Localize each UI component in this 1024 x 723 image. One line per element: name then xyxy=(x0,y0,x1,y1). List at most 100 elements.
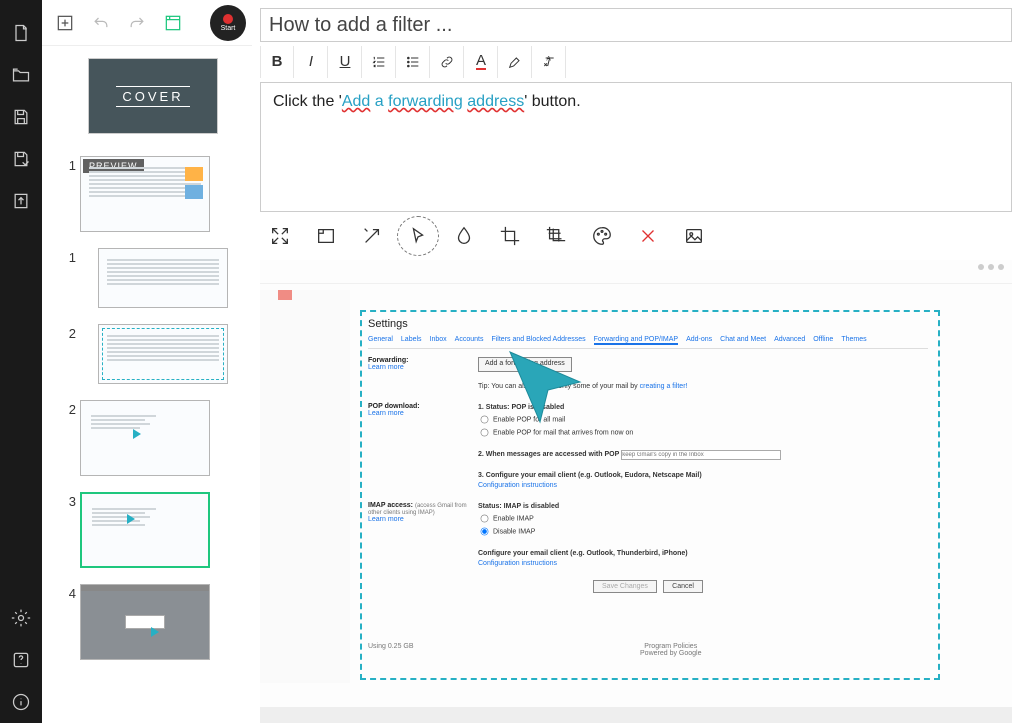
imap-configure: Configure your email client (e.g. Outloo… xyxy=(478,550,688,557)
thumbnail-2-section[interactable] xyxy=(98,324,228,384)
tab-themes[interactable]: Themes xyxy=(841,336,866,345)
palette-tool[interactable] xyxy=(582,217,622,255)
settings-tabs: General Labels Inbox Accounts Filters an… xyxy=(368,336,928,349)
multi-crop-tool[interactable] xyxy=(536,217,576,255)
bold-button[interactable]: B xyxy=(260,46,294,78)
imap-enable-radio[interactable] xyxy=(481,515,489,523)
tab-forwarding[interactable]: Forwarding and POP/IMAP xyxy=(594,336,678,345)
open-button[interactable] xyxy=(0,54,42,96)
cover-thumbnail[interactable]: COVER xyxy=(88,58,218,134)
description-editor[interactable]: Click the 'Add a forwarding address' but… xyxy=(260,82,1012,212)
cancel-button[interactable]: Cancel xyxy=(663,580,703,593)
tab-chat[interactable]: Chat and Meet xyxy=(720,336,766,345)
underline-button[interactable]: U xyxy=(328,46,362,78)
thumb-row: 2 xyxy=(62,400,244,476)
tab-general[interactable]: General xyxy=(368,336,393,345)
imap-status: Status: IMAP is disabled xyxy=(478,503,559,510)
pop-enable-new-radio[interactable] xyxy=(481,429,489,437)
tab-advanced[interactable]: Advanced xyxy=(774,336,805,345)
desc-suffix: ' button. xyxy=(524,93,580,110)
thumb-row: 2 xyxy=(62,324,244,384)
info-button[interactable] xyxy=(0,681,42,723)
screenshot-button[interactable] xyxy=(156,6,190,40)
thumbnail-1-overview[interactable]: PREVIEW xyxy=(80,156,210,232)
unordered-list-button[interactable] xyxy=(396,46,430,78)
expand-tool[interactable] xyxy=(260,217,300,255)
start-record-button[interactable]: Start xyxy=(210,5,246,41)
pop-when-label: 2. When messages are accessed with POP xyxy=(478,451,619,458)
tab-addons[interactable]: Add-ons xyxy=(686,336,712,345)
thumbnail-4-dialog[interactable] xyxy=(80,584,210,660)
thumb-row: 1 xyxy=(62,248,244,308)
settings-button[interactable] xyxy=(0,597,42,639)
link-button[interactable] xyxy=(430,46,464,78)
save-as-button[interactable] xyxy=(0,138,42,180)
imap-opt1: Enable IMAP xyxy=(493,515,534,522)
learn-more-link[interactable]: Learn more xyxy=(368,364,478,371)
settings-title: Settings xyxy=(368,318,928,330)
help-button[interactable] xyxy=(0,639,42,681)
blur-tool[interactable] xyxy=(444,217,484,255)
add-step-button[interactable] xyxy=(48,6,82,40)
tab-labels[interactable]: Labels xyxy=(401,336,422,345)
undo-button[interactable] xyxy=(84,6,118,40)
svg-text:A: A xyxy=(546,55,551,62)
learn-more-link[interactable]: Learn more xyxy=(368,516,478,523)
delete-tool[interactable] xyxy=(628,217,668,255)
tab-accounts[interactable]: Accounts xyxy=(455,336,484,345)
format-toolbar: B I U A A xyxy=(260,42,1012,82)
pop-opt2: Enable POP for mail that arrives from no… xyxy=(493,429,633,436)
highlight-button[interactable] xyxy=(498,46,532,78)
create-filter-link[interactable]: creating a filter! xyxy=(640,383,688,390)
thumbnail-2-click[interactable] xyxy=(80,400,210,476)
left-iconbar xyxy=(0,0,42,723)
image-tool[interactable] xyxy=(674,217,714,255)
record-icon xyxy=(223,14,233,24)
ordered-list-button[interactable] xyxy=(362,46,396,78)
thumbnail-list[interactable]: COVER 1 PREVIEW 1 2 xyxy=(42,46,252,723)
tab-offline[interactable]: Offline xyxy=(813,336,833,345)
pop-enable-all-radio[interactable] xyxy=(481,416,489,424)
redo-button[interactable] xyxy=(120,6,154,40)
export-button[interactable] xyxy=(0,180,42,222)
screenshot-canvas[interactable]: Settings General Labels Inbox Accounts F… xyxy=(260,260,1012,723)
thumb-toolbar: Start xyxy=(42,0,252,46)
thumb-row: 3 xyxy=(62,492,244,568)
text-color-button[interactable]: A xyxy=(464,46,498,78)
tab-inbox[interactable]: Inbox xyxy=(430,336,447,345)
imap-label: IMAP access: xyxy=(368,502,413,509)
cursor-tool[interactable] xyxy=(398,217,438,255)
imap-conf-link[interactable]: Configuration instructions xyxy=(478,560,557,567)
rectangle-tool[interactable] xyxy=(306,217,346,255)
start-label: Start xyxy=(221,25,236,32)
italic-button[interactable]: I xyxy=(294,46,328,78)
new-doc-button[interactable] xyxy=(0,12,42,54)
crop-tool[interactable] xyxy=(490,217,530,255)
thumb-number: 2 xyxy=(62,324,76,341)
arrow-tool[interactable] xyxy=(352,217,392,255)
imap-disable-radio[interactable] xyxy=(481,528,489,536)
tab-filters[interactable]: Filters and Blocked Addresses xyxy=(491,336,585,345)
step-title-input[interactable] xyxy=(260,8,1012,42)
powered-by: Powered by Google xyxy=(640,650,701,657)
desc-prefix: Click the ' xyxy=(273,93,342,110)
thumbnail-3-settings[interactable] xyxy=(80,492,210,568)
pop-configure: 3. Configure your email client (e.g. Out… xyxy=(478,472,702,479)
image-toolbar xyxy=(260,212,1012,260)
thumb-number: 2 xyxy=(62,400,76,417)
editor-area: B I U A A Click the 'Add a forwarding ad… xyxy=(252,0,1024,723)
pop-action-select[interactable] xyxy=(621,450,781,460)
save-button[interactable] xyxy=(0,96,42,138)
tip-text: Tip: You can also forward only some of y… xyxy=(478,383,640,390)
thumbnail-panel: Start COVER 1 PREVIEW 1 2 xyxy=(42,0,252,723)
storage-usage: Using 0.25 GB xyxy=(368,643,414,657)
pop-opt1: Enable POP for all mail xyxy=(493,416,565,423)
policy-link[interactable]: Program Policies xyxy=(644,643,697,650)
thumb-row: 4 xyxy=(62,584,244,660)
learn-more-link[interactable]: Learn more xyxy=(368,410,478,417)
pop-conf-link[interactable]: Configuration instructions xyxy=(478,482,557,489)
clear-format-button[interactable]: A xyxy=(532,46,566,78)
save-changes-button[interactable]: Save Changes xyxy=(593,580,657,593)
add-forwarding-button[interactable]: Add a forwarding address xyxy=(478,357,572,372)
thumbnail-1-section[interactable] xyxy=(98,248,228,308)
